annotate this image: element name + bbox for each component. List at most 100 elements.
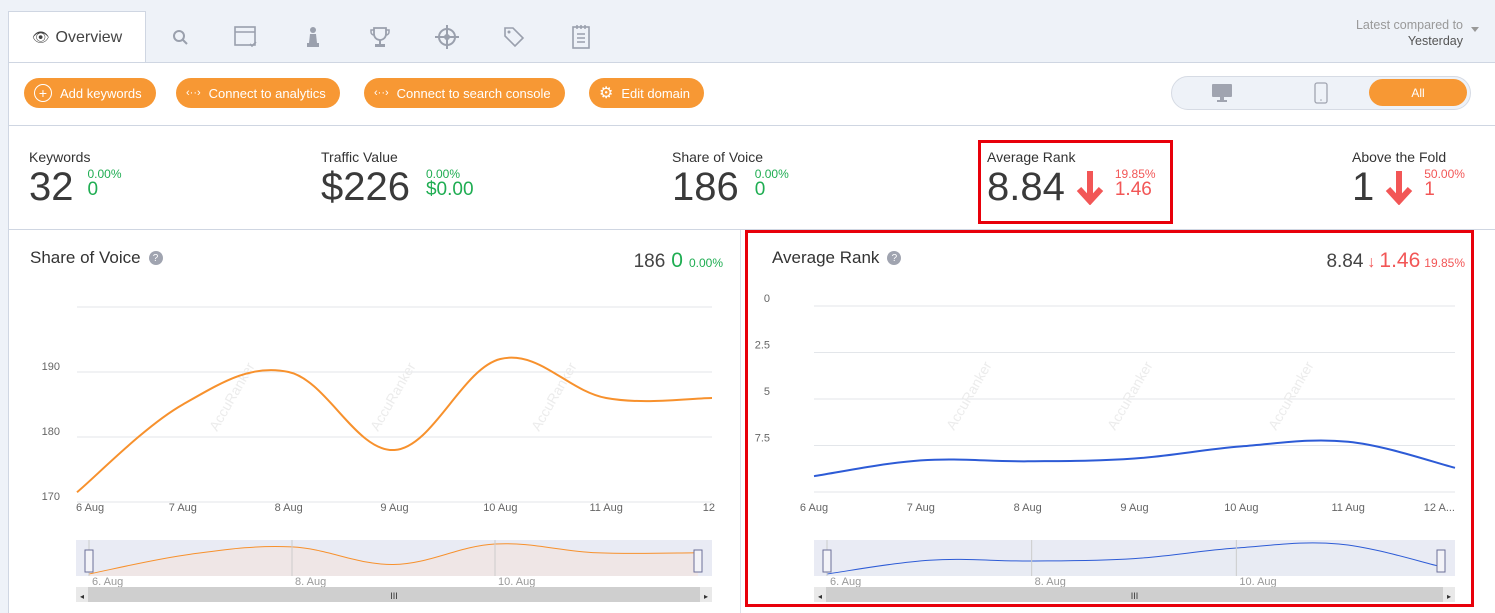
kpi-value: 32 [29,165,74,209]
x-tick-label: 11 Aug [589,502,622,514]
x-tick-label: 7 Aug [907,502,935,514]
navigator-handle[interactable] [693,549,703,573]
mobile-option[interactable] [1314,82,1328,109]
tab-search[interactable] [165,22,195,52]
search-icon [173,30,188,45]
watermark: AccuRanker [943,358,995,432]
edit-domain-button[interactable]: ⚙ Edit domain [589,78,704,108]
x-tick-label: 8 Aug [1014,502,1042,514]
scrollbar-grip-icon: III [390,591,398,601]
kpi-value: 1 [1352,165,1375,209]
caret-left-icon: ◂ [80,592,84,601]
watermark: AccuRanker [206,359,258,433]
compare-value: Yesterday [1407,34,1463,48]
divider [8,125,1495,126]
x-tick-label: 12 [703,502,715,514]
kpi-label: Above the Fold [1352,149,1447,165]
divider [740,230,741,613]
desktop-option[interactable] [1211,83,1233,108]
x-tick-label: 6 Aug [76,502,104,514]
caret-right-icon: ▸ [1447,592,1451,601]
chess-pawn-icon [307,27,319,47]
navigator-handle[interactable] [1436,549,1446,573]
navigator-label: 6. Aug [830,576,861,588]
x-tick-label: 10 Aug [1224,502,1258,514]
navigator-label: 6. Aug [92,576,123,588]
navigator-handle[interactable] [822,549,832,573]
all-option[interactable]: All [1369,79,1467,106]
binoculars-icon: 👁 [31,29,50,45]
x-tick-label: 9 Aug [1120,502,1148,514]
kpi-label: Average Rank [987,149,1076,165]
navigator-handle[interactable] [84,549,94,573]
tab-browser[interactable] [231,22,261,52]
y-tick-label: 5 [764,386,770,398]
kpi-label: Keywords [29,149,91,165]
link-icon: ‹··› [186,87,201,99]
compare-dropdown[interactable]: Latest compared to Yesterday [1356,17,1463,49]
notepad-icon [572,25,590,49]
kpi-label: Traffic Value [321,149,398,165]
kpi-value: 8.84 [987,165,1065,209]
add-keywords-button[interactable]: + Add keywords [24,78,156,108]
kpi-delta: $0.00 [425,179,474,200]
mobile-icon [1314,82,1328,104]
navigator-label: 10. Aug [1239,576,1276,588]
kpi-delta: 1.46 [1114,179,1152,200]
caret-right-icon: ▸ [704,592,708,601]
x-tick-label: 7 Aug [169,502,197,514]
caret-left-icon: ◂ [818,592,822,601]
kpi-average-rank: Average Rank 8.84 19.85% 1.46 [987,149,1156,207]
arrow-down-icon [1076,171,1104,205]
caret-down-icon[interactable] [1471,27,1479,32]
watermark: AccuRanker [1265,358,1317,432]
browser-check-icon [234,26,257,48]
kpi-delta: 0 [87,179,99,200]
rank-chart: 0 2.5 5 7.5 6 Aug 7 Aug 8 Aug 9 Aug 10 Aug 11 Aug… [755,293,1456,602]
kpi-value: 186 [672,165,739,209]
tab-notes[interactable] [566,22,596,52]
y-tick-label: 7.5 [755,433,770,445]
x-tick-label: 10 Aug [483,502,517,514]
y-tick-label: 180 [42,426,60,438]
kpi-value: $226 [321,165,410,209]
y-tick-label: 170 [42,491,60,503]
tab-tags[interactable] [499,22,529,52]
x-tick-label: 6 Aug [800,502,828,514]
kpi-share-of-voice: Share of Voice 186 0.00% 0 [672,149,789,207]
connect-analytics-button[interactable]: ‹··› Connect to analytics [176,78,340,108]
globe-gear-icon: ⚙ [599,85,614,102]
tab-overview[interactable]: 👁 Overview [8,11,146,63]
kpi-keywords: Keywords 32 0.00% 0 [29,149,122,207]
watermark: AccuRanker [528,359,580,433]
desktop-icon [1212,84,1232,102]
navigator-label: 8. Aug [295,576,326,588]
tab-trophy[interactable] [365,22,395,52]
watermark: AccuRanker [1104,358,1156,432]
navigator-label: 8. Aug [1035,576,1066,588]
tags-icon [504,27,525,48]
x-tick-label: 11 Aug [1331,502,1364,514]
crosshair-icon [435,25,459,49]
y-tick-label: 0 [764,293,770,305]
kpi-delta: 0 [754,179,766,200]
tab-target[interactable] [432,22,462,52]
tab-competitors[interactable] [298,22,328,52]
arrow-down-icon [1386,171,1413,205]
sov-chart: 170 180 190 6 Aug 7 Aug 8 Aug 9 Aug 10 Aug 11 Au… [42,306,715,602]
y-tick-label: 2.5 [755,340,770,352]
compare-label: Latest compared to [1355,18,1463,32]
kpi-above-the-fold: Above the Fold 1 50.00% 1 [1352,149,1465,207]
navigator-label: 10. Aug [498,576,535,588]
link-icon: ‹··› [374,87,389,99]
y-tick-label: 190 [42,361,60,373]
trophy-icon [370,27,390,47]
x-tick-label: 8 Aug [275,502,303,514]
x-tick-label: 9 Aug [380,502,408,514]
plus-circle-icon: + [34,84,52,102]
x-tick-label: 12 A... [1424,502,1455,514]
connect-search-console-button[interactable]: ‹··› Connect to search console [364,78,565,108]
tab-bar [0,0,1495,62]
kpi-label: Share of Voice [672,149,764,165]
watermark: AccuRanker [367,359,419,433]
